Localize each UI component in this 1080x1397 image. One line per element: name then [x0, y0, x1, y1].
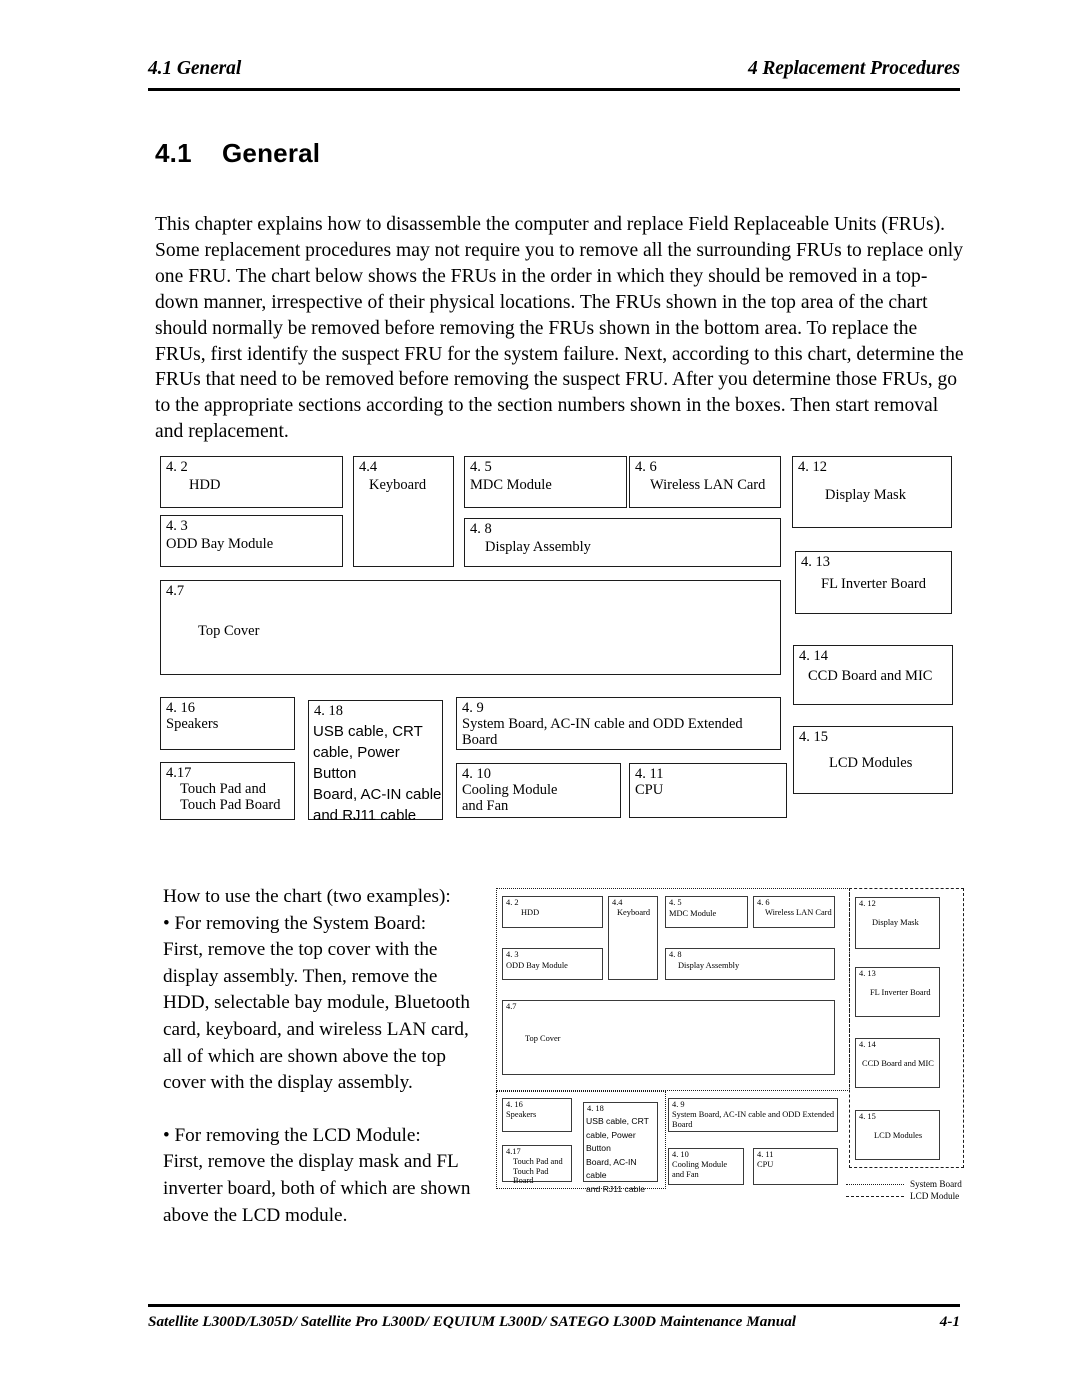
mini-fru-name-4-11: CPU — [757, 1160, 774, 1169]
chart-legend: System Board LCD Module — [846, 1178, 962, 1202]
mini-fru-name-4-18: USB cable, CRT cable, Power Button Board… — [586, 1116, 649, 1194]
mini-fru-section-4-9: 4. 9 — [672, 1100, 685, 1109]
mini-fru-box-4-18: 4. 18 USB cable, CRT cable, Power Button… — [583, 1102, 658, 1194]
dotted-line-icon — [846, 1183, 904, 1185]
legend-row-lcd-module: LCD Module — [846, 1190, 962, 1202]
footer-left-text: Satellite L300D/L305D/ Satellite Pro L30… — [148, 1313, 797, 1330]
mini-fru-name-4-2: HDD — [521, 908, 540, 917]
mini-fru-box-4-12: 4. 12 Display Mask — [855, 897, 940, 949]
dashed-line-icon — [846, 1195, 904, 1197]
mini-fru-section-4-15: 4. 15 — [859, 1112, 876, 1121]
mini-fru-section-4-6: 4. 6 — [757, 898, 770, 907]
mini-fru-section-4-4: 4.4 — [612, 898, 623, 907]
legend-label-system-board: System Board — [910, 1178, 962, 1189]
mini-fru-box-4-7: 4.7 Top Cover — [502, 1000, 835, 1075]
mini-fru-name-4-10: Cooling Module and Fan — [672, 1160, 728, 1179]
mini-fru-name-4-8: Display Assembly — [678, 961, 740, 970]
mini-fru-name-4-17: Touch Pad and Touch Pad Board — [513, 1157, 563, 1185]
mini-fru-section-4-7: 4.7 — [506, 1002, 517, 1011]
mini-fru-section-4-3: 4. 3 — [506, 950, 519, 959]
page-number: 4-1 — [939, 1313, 960, 1330]
mini-fru-box-4-6: 4. 6 Wireless LAN Card — [753, 896, 835, 928]
mini-fru-box-4-14: 4. 14 CCD Board and MIC — [855, 1038, 940, 1088]
mini-fru-section-4-2: 4. 2 — [506, 898, 519, 907]
legend-label-lcd-module: LCD Module — [910, 1190, 960, 1201]
fru-removal-chart-miniature: 4. 2 HDD 4. 3 ODD Bay Module 4.4 Keyboar… — [0, 0, 1080, 1397]
mini-fru-box-4-5: 4. 5 MDC Module — [665, 896, 748, 928]
mini-fru-section-4-18: 4. 18 — [587, 1104, 604, 1113]
mini-fru-section-4-12: 4. 12 — [859, 899, 876, 908]
mini-fru-name-4-5: MDC Module — [669, 909, 717, 918]
page: 4.1 General 4 Replacement Procedures 4.1… — [0, 0, 1080, 1397]
mini-fru-name-4-16: Speakers — [506, 1110, 537, 1119]
mini-fru-name-4-3: ODD Bay Module — [506, 961, 568, 970]
footer-rule — [148, 1304, 960, 1307]
running-footer: Satellite L300D/L305D/ Satellite Pro L30… — [148, 1313, 960, 1331]
mini-fru-name-4-6: Wireless LAN Card — [765, 908, 832, 917]
mini-fru-box-4-9: 4. 9 System Board, AC-IN cable and ODD E… — [668, 1098, 838, 1132]
mini-fru-section-4-8: 4. 8 — [669, 950, 682, 959]
mini-fru-section-4-11: 4. 11 — [757, 1150, 774, 1159]
mini-fru-section-4-13: 4. 13 — [859, 969, 876, 978]
legend-row-system-board: System Board — [846, 1178, 962, 1190]
mini-fru-section-4-17: 4.17 — [506, 1147, 521, 1156]
mini-fru-box-4-2: 4. 2 HDD — [502, 896, 603, 928]
mini-fru-section-4-14: 4. 14 — [859, 1040, 876, 1049]
mini-fru-box-4-8: 4. 8 Display Assembly — [665, 948, 835, 980]
mini-fru-box-4-4: 4.4 Keyboard — [608, 896, 658, 980]
mini-fru-name-4-9: System Board, AC-IN cable and ODD Extend… — [672, 1110, 835, 1129]
mini-fru-name-4-4: Keyboard — [617, 908, 651, 917]
mini-fru-name-4-12: Display Mask — [872, 918, 919, 927]
mini-fru-box-4-3: 4. 3 ODD Bay Module — [502, 948, 603, 980]
mini-fru-box-4-15: 4. 15 LCD Modules — [855, 1110, 940, 1160]
mini-fru-section-4-5: 4. 5 — [669, 898, 682, 907]
mini-fru-name-4-7: Top Cover — [525, 1034, 561, 1043]
mini-fru-name-4-14: CCD Board and MIC — [862, 1059, 934, 1068]
mini-fru-box-4-10: 4. 10 Cooling Module and Fan — [668, 1148, 744, 1185]
mini-fru-box-4-17: 4.17 Touch Pad and Touch Pad Board — [502, 1145, 572, 1185]
mini-fru-box-4-16: 4. 16 Speakers — [502, 1098, 572, 1132]
mini-fru-section-4-10: 4. 10 — [672, 1150, 689, 1159]
mini-fru-section-4-16: 4. 16 — [506, 1100, 523, 1109]
mini-fru-name-4-15: LCD Modules — [874, 1131, 923, 1140]
mini-fru-box-4-13: 4. 13 FL Inverter Board — [855, 967, 940, 1017]
mini-fru-name-4-13: FL Inverter Board — [870, 988, 931, 997]
mini-fru-box-4-11: 4. 11 CPU — [753, 1148, 838, 1185]
